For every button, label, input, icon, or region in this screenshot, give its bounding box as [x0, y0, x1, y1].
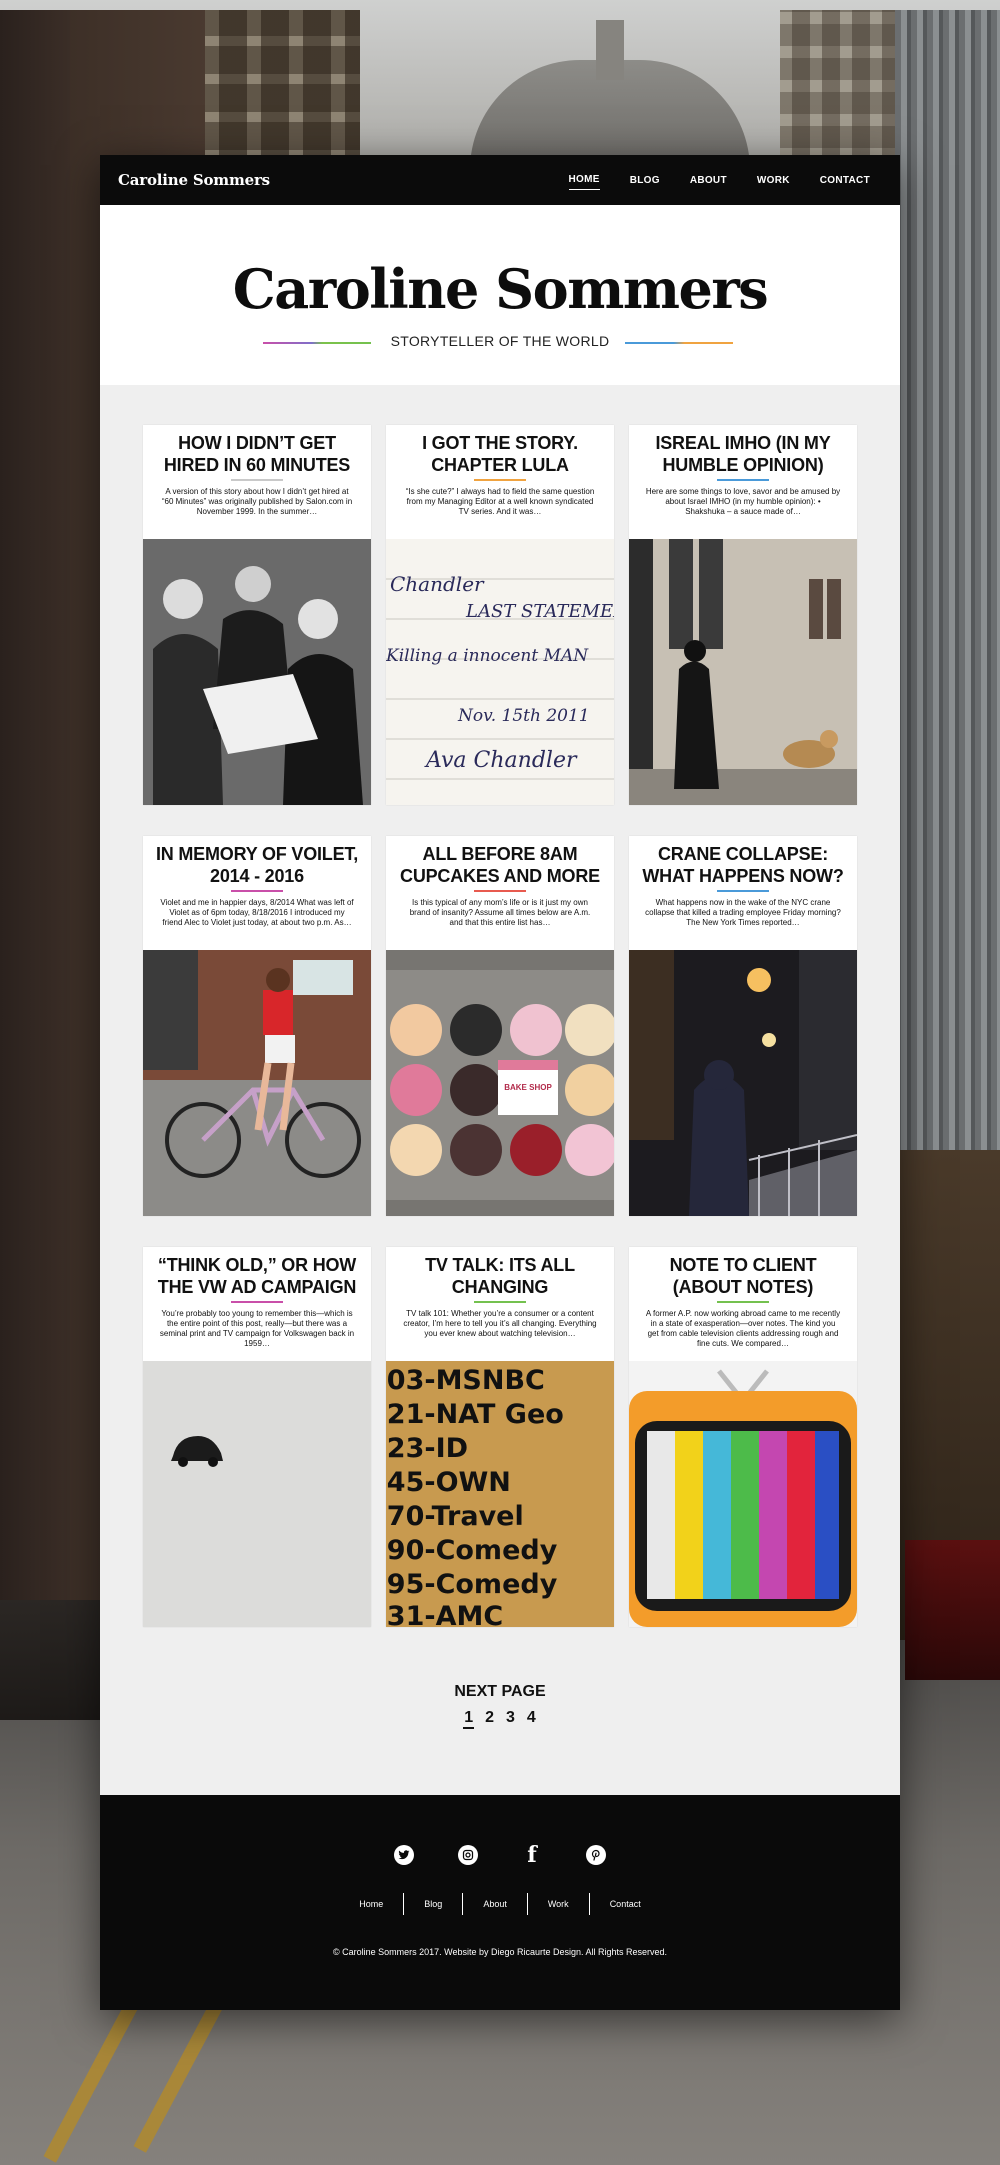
top-navigation-bar: Caroline Sommers HOME BLOG ABOUT WORK CO…	[100, 155, 900, 205]
note-line: Ava Chandler	[424, 748, 578, 773]
post-card[interactable]: NOTE TO CLIENT (ABOUT NOTES) A former A.…	[629, 1247, 857, 1627]
post-image-street-with-dog[interactable]	[629, 539, 857, 805]
title-underline	[231, 479, 283, 481]
note-line: Chandler	[390, 572, 485, 596]
post-title[interactable]: “THINK OLD,” OR HOW THE VW AD CAMPAIGN	[149, 1254, 365, 1298]
nav-blog[interactable]: BLOG	[630, 171, 660, 190]
post-excerpt: Violet and me in happier days, 8/2014 Wh…	[160, 898, 354, 927]
nav-about[interactable]: ABOUT	[690, 171, 727, 190]
post-card[interactable]: CRANE COLLAPSE: WHAT HAPPENS NOW? What h…	[629, 836, 857, 1216]
site-footer: f Home Blog About Work Contact © Carolin…	[100, 1795, 900, 2010]
main-nav: HOME BLOG ABOUT WORK CONTACT	[568, 155, 870, 205]
footer-link-home[interactable]: Home	[339, 1893, 405, 1915]
post-excerpt: A version of this story about how I didn…	[161, 487, 353, 516]
title-underline	[231, 1301, 283, 1303]
post-image-channel-list-note[interactable]: 603-MSNBC 621-NAT Geo 623-ID 645-OWN 670…	[386, 1361, 614, 1627]
cupcake-label: BAKE SHOP	[504, 1083, 552, 1092]
post-excerpt: TV talk 101: Whether you’re a consumer o…	[403, 1309, 597, 1338]
brand-logo[interactable]: Caroline Sommers	[118, 171, 270, 189]
title-underline	[717, 1301, 769, 1303]
nav-contact[interactable]: CONTACT	[820, 171, 870, 190]
post-title[interactable]: HOW I DIDN’T GET HIRED IN 60 MINUTES	[149, 432, 365, 476]
title-underline	[717, 479, 769, 481]
post-image-cupcake-box[interactable]: BAKE SHOP	[386, 950, 614, 1216]
channel-line: 603-MSNBC	[386, 1365, 545, 1396]
channel-line: 731-AMC	[386, 1601, 503, 1627]
post-card[interactable]: TV TALK: ITS ALL CHANGING TV talk 101: W…	[386, 1247, 614, 1627]
note-line: LAST STATEMENT	[465, 601, 614, 622]
post-title[interactable]: ISREAL IMHO (IN MY HUMBLE OPINION)	[635, 432, 851, 476]
footer-link-work[interactable]: Work	[528, 1893, 590, 1915]
footer-nav: Home Blog About Work Contact	[100, 1893, 900, 1915]
nav-work[interactable]: WORK	[757, 171, 790, 190]
tagline-rule-right	[625, 342, 733, 344]
page-link-2[interactable]: 2	[484, 1709, 495, 1729]
post-excerpt: Is this typical of any mom’s life or is …	[409, 898, 591, 927]
page-link-1[interactable]: 1	[463, 1709, 475, 1729]
page-title: Caroline Sommers	[232, 257, 769, 321]
post-image-handwritten-note[interactable]: Chandler LAST STATEMENT Killing a innoce…	[386, 539, 614, 805]
title-underline	[717, 890, 769, 892]
post-card[interactable]: “THINK OLD,” OR HOW THE VW AD CAMPAIGN Y…	[143, 1247, 371, 1627]
channel-line: 695-Comedy	[386, 1569, 558, 1600]
tagline: STORYTELLER OF THE WORLD	[390, 333, 610, 349]
next-page-label: NEXT PAGE	[454, 1683, 546, 1700]
channel-line: 623-ID	[386, 1433, 468, 1464]
page-link-4[interactable]: 4	[526, 1709, 537, 1729]
post-title[interactable]: IN MEMORY OF VOILET, 2014 - 2016	[149, 843, 365, 887]
copyright-text: © Caroline Sommers 2017. Website by Dieg…	[332, 1947, 668, 1957]
title-underline	[474, 1301, 526, 1303]
post-image-woman-on-bike[interactable]	[143, 950, 371, 1216]
post-card[interactable]: I GOT THE STORY. CHAPTER LULA “Is she cu…	[386, 425, 614, 805]
post-card[interactable]: HOW I DIDN’T GET HIRED IN 60 MINUTES A v…	[143, 425, 371, 805]
post-title[interactable]: NOTE TO CLIENT (ABOUT NOTES)	[635, 1254, 851, 1298]
channel-line: 670-Travel	[386, 1501, 524, 1532]
post-excerpt: What happens now in the wake of the NYC …	[645, 898, 841, 927]
footer-link-about[interactable]: About	[463, 1893, 528, 1915]
post-title[interactable]: CRANE COLLAPSE: WHAT HAPPENS NOW?	[635, 843, 851, 887]
post-card[interactable]: IN MEMORY OF VOILET, 2014 - 2016 Violet …	[143, 836, 371, 1216]
page-link-3[interactable]: 3	[505, 1709, 516, 1729]
post-image-vw-beetle-ad[interactable]	[143, 1361, 371, 1627]
footer-link-contact[interactable]: Contact	[590, 1893, 661, 1915]
channel-line: 645-OWN	[386, 1467, 511, 1498]
channel-line: 621-NAT Geo	[386, 1399, 564, 1430]
footer-link-blog[interactable]: Blog	[404, 1893, 464, 1915]
title-underline	[474, 479, 526, 481]
post-image-bw-studio-photo[interactable]	[143, 539, 371, 805]
title-underline	[231, 890, 283, 892]
post-title[interactable]: TV TALK: ITS ALL CHANGING	[392, 1254, 608, 1298]
post-excerpt: “Is she cute?” I always had to field the…	[405, 487, 595, 516]
post-image-retro-tv-color-bars[interactable]	[629, 1361, 857, 1627]
post-card[interactable]: ALL BEFORE 8AM CUPCAKES AND MORE Is this…	[386, 836, 614, 1216]
note-line: Killing a innocent MAN	[386, 646, 589, 666]
post-excerpt: A former A.P. now working abroad came to…	[645, 1309, 841, 1348]
social-links: f	[100, 1842, 900, 1868]
post-card[interactable]: ISREAL IMHO (IN MY HUMBLE OPINION) Here …	[629, 425, 857, 805]
pinterest-icon[interactable]	[586, 1845, 606, 1865]
hero-header: Caroline Sommers STORYTELLER OF THE WORL…	[100, 205, 900, 385]
post-excerpt: You’re probably too young to remember th…	[159, 1309, 355, 1348]
post-excerpt: Here are some things to love, savor and …	[645, 487, 841, 516]
page-container: Caroline Sommers HOME BLOG ABOUT WORK CO…	[100, 155, 900, 2010]
post-title[interactable]: I GOT THE STORY. CHAPTER LULA	[392, 432, 608, 476]
channel-line: 690-Comedy	[386, 1535, 558, 1566]
instagram-icon[interactable]	[458, 1845, 478, 1865]
facebook-icon[interactable]: f	[522, 1842, 542, 1868]
post-image-night-street-scene[interactable]	[629, 950, 857, 1216]
post-title[interactable]: ALL BEFORE 8AM CUPCAKES AND MORE	[392, 843, 608, 887]
twitter-icon[interactable]	[394, 1845, 414, 1865]
pagination: 1 2 3 4	[100, 1709, 900, 1729]
nav-home[interactable]: HOME	[568, 170, 600, 190]
title-underline	[474, 890, 526, 892]
note-line: Nov. 15th 2011	[457, 706, 590, 726]
